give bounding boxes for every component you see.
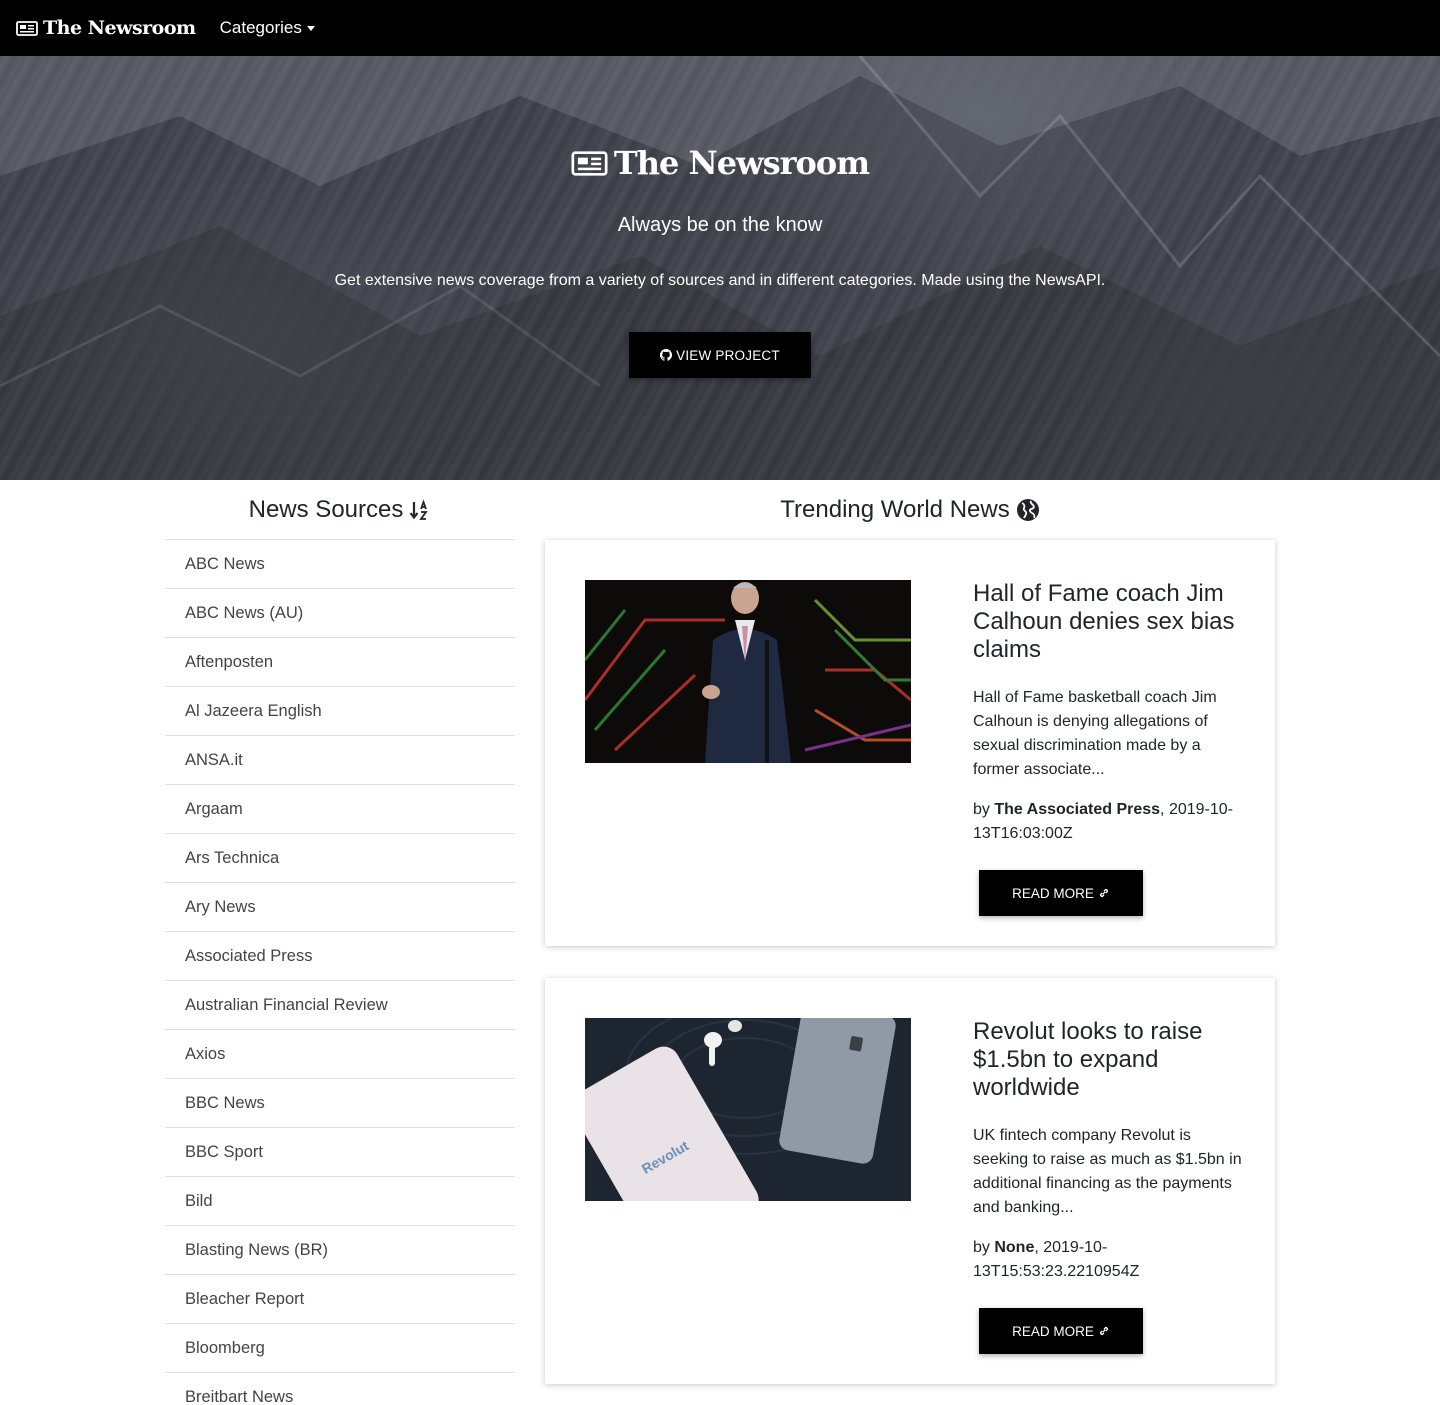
link-icon [1099,1326,1108,1336]
source-list-item[interactable]: Argaam [165,785,515,834]
news-card: Revolut Revolut looks to raise $1.5bn to… [545,978,1275,1384]
link-icon [1099,888,1108,898]
by-label: by [973,801,995,818]
hero-tagline: Always be on the know [617,214,823,236]
article-author: None [994,1239,1035,1256]
newspaper-icon [571,150,608,176]
source-list-item[interactable]: Associated Press [165,932,515,981]
newspaper-icon [16,20,38,36]
article-image[interactable] [585,580,911,763]
source-list-item[interactable]: Bloomberg [165,1324,515,1373]
article-meta: by The Associated Press, 2019-10-13T16:0… [973,798,1243,846]
article-body: Revolut looks to raise $1.5bn to expand … [973,1018,1243,1284]
hero-content: The Newsroom Always be on the know Get e… [0,56,1440,480]
trending-news-title: Trending World News [780,496,1010,523]
brand-label: The Newsroom [43,17,196,39]
revolut-phone-photo: Revolut [585,1018,911,1201]
source-list-item[interactable]: BBC News [165,1079,515,1128]
source-list-item[interactable]: Blasting News (BR) [165,1226,515,1275]
github-icon [660,349,673,361]
news-sources-heading: News Sources [165,480,515,540]
article-title[interactable]: Hall of Fame coach Jim Calhoun denies se… [973,580,1243,664]
globe-icon [1016,499,1039,521]
source-list-item[interactable]: Axios [165,1030,515,1079]
trending-news-heading: Trending World News [545,480,1275,540]
caret-down-icon [306,26,315,31]
categories-label: Categories [219,18,302,37]
coach-photo [585,580,911,763]
news-card: Hall of Fame coach Jim Calhoun denies se… [545,540,1275,946]
source-list-item[interactable]: Ars Technica [165,834,515,883]
news-sources-panel: News Sources ABC News ABC News (AU) Aftenp… [165,480,515,1405]
hero-description: Get extensive news coverage from a varie… [334,272,1106,289]
source-list-item[interactable]: Al Jazeera English [165,687,515,736]
categories-dropdown[interactable]: Categories [220,18,315,38]
news-sources-title: News Sources [248,495,404,523]
source-list-item[interactable]: ANSA.it [165,736,515,785]
source-list-item[interactable]: ABC News (AU) [165,589,515,638]
navbar: The Newsroom Categories [0,0,1440,56]
article-body: Hall of Fame coach Jim Calhoun denies se… [973,580,1243,846]
news-sources-list: ABC News ABC News (AU) Aftenposten Al Jazee… [165,540,515,1405]
read-more-label: READ MORE [1012,1323,1094,1339]
view-project-button[interactable]: VIEW PROJECT [629,332,811,378]
article-author: The Associated Press [994,801,1161,818]
source-list-item[interactable]: BBC Sport [165,1128,515,1177]
article-title[interactable]: Revolut looks to raise $1.5bn to expand … [973,1018,1243,1102]
brand-link[interactable]: The Newsroom [16,17,196,39]
hero-banner: The Newsroom Always be on the know Get e… [0,56,1440,480]
article-meta: by None, 2019-10-13T15:53:23.2210954Z [973,1236,1243,1284]
hero-title: The Newsroom [0,144,1440,182]
read-more-button[interactable]: READ MORE [979,1308,1143,1354]
sort-alpha-down-icon [409,498,429,520]
source-list-item[interactable]: Aftenposten [165,638,515,687]
source-list-item[interactable]: ABC News [165,540,515,589]
hero-title-text: The Newsroom [613,144,870,182]
source-list-item[interactable]: Breitbart News [165,1373,515,1405]
source-list-item[interactable]: Bild [165,1177,515,1226]
source-list-item[interactable]: Australian Financial Review [165,981,515,1030]
by-label: by [973,1239,995,1256]
view-project-label: VIEW PROJECT [676,347,780,363]
article-description: Hall of Fame basketball coach Jim Calhou… [973,689,1217,778]
read-more-button[interactable]: READ MORE [979,870,1143,916]
trending-news-section: Trending World News Hall of Fame coach J… [545,480,1275,1384]
article-description: UK fintech company Revolut is seeking to… [973,1127,1242,1216]
source-list-item[interactable]: Bleacher Report [165,1275,515,1324]
article-image[interactable]: Revolut [585,1018,911,1201]
read-more-label: READ MORE [1012,885,1094,901]
source-list-item[interactable]: Ary News [165,883,515,932]
